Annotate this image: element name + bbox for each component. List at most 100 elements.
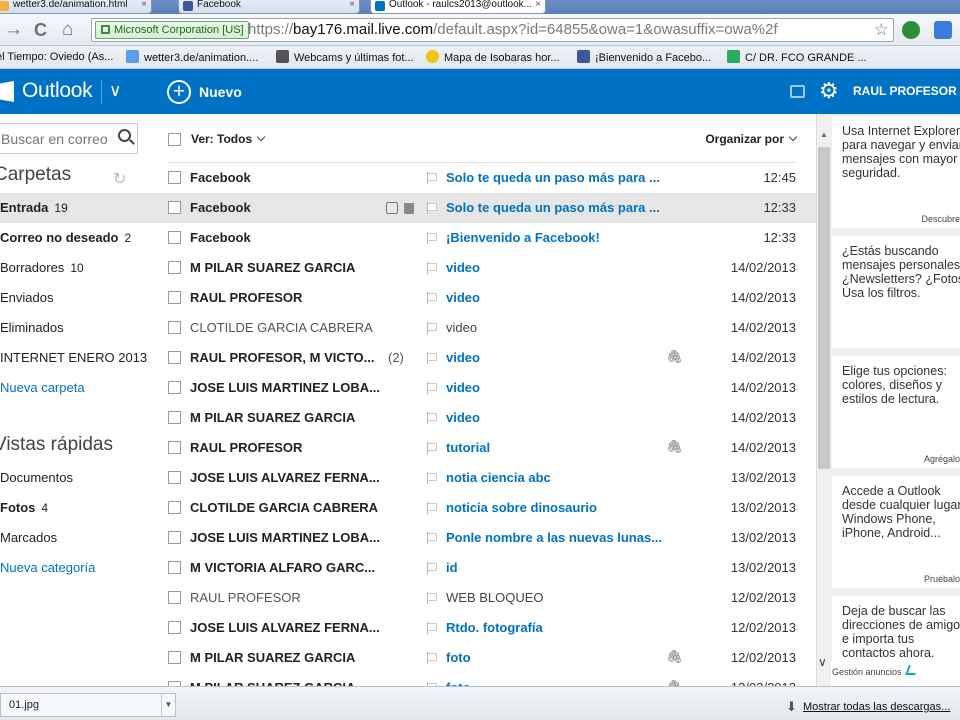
sidebar-folder-item[interactable]: Correo no deseado 2 — [0, 223, 148, 253]
message-row[interactable]: RAUL PROFESOR video 14/02/2013 — [148, 283, 816, 313]
flag-icon[interactable] — [427, 382, 438, 394]
view-filter-dropdown[interactable]: Ver: Todos — [191, 132, 266, 146]
bookmark-item[interactable]: wetter3.de/animation.... — [126, 50, 258, 65]
message-list-scrollbar[interactable]: ▲ ∨ — [816, 114, 831, 686]
download-menu-arrow-icon[interactable]: ▼ — [161, 694, 175, 716]
message-row[interactable]: Facebook Solo te queda un paso más para .… — [148, 163, 816, 193]
gear-icon[interactable]: ⚙ — [819, 79, 839, 103]
show-all-downloads-link[interactable]: Mostrar todas las descargas... — [803, 701, 950, 713]
message-checkbox[interactable] — [168, 411, 181, 424]
reload-icon[interactable]: C — [34, 19, 47, 41]
sidebar-folder-item[interactable]: Nueva carpeta — [0, 373, 148, 403]
flag-icon[interactable] — [427, 472, 438, 484]
message-checkbox[interactable] — [168, 201, 181, 214]
message-row[interactable]: M PILAR SUAREZ GARCIAfoto🖇12/02/2013 — [148, 643, 816, 673]
message-row[interactable]: RAUL PROFESOR tutorial 🖇 14/02/2013 — [148, 433, 816, 463]
message-checkbox[interactable] — [168, 471, 181, 484]
sidebar-folder-item[interactable]: INTERNET ENERO 2013 — [0, 343, 148, 373]
flag-icon[interactable] — [427, 442, 438, 454]
sidebar-folder-item[interactable]: Borradores 10 — [0, 253, 148, 283]
sidebar-folder-item[interactable]: Entrada 19 — [0, 193, 148, 223]
ad-cta-link[interactable]: Descubre — [921, 214, 960, 224]
adchoices-icon[interactable] — [904, 665, 919, 675]
bookmark-star-icon[interactable]: ☆ — [874, 20, 889, 40]
browser-tab-outlook[interactable]: Outlook - raulcs2013@outlook... × — [370, 0, 546, 14]
flag-icon[interactable] — [427, 592, 438, 604]
download-item[interactable]: 01.jpg ▼ — [0, 693, 176, 717]
sidebar-folder-item[interactable]: Enviados — [0, 283, 148, 313]
message-row[interactable]: Facebook ¡Bienvenido a Facebook! 12:33 — [148, 223, 816, 253]
flag-icon[interactable] — [427, 412, 438, 424]
message-checkbox[interactable] — [168, 561, 181, 574]
scroll-up-arrow-icon[interactable]: ▲ — [820, 130, 828, 139]
flag-icon[interactable] — [427, 352, 438, 364]
message-checkbox[interactable] — [168, 441, 181, 454]
message-row[interactable]: M PILAR SUAREZ GARCIAfoto🖇12/02/2013 — [148, 673, 816, 686]
select-all-checkbox[interactable] — [168, 133, 181, 146]
user-name[interactable]: RAUL PROFESOR — [853, 84, 957, 98]
message-row[interactable]: JOSE LUIS ALVAREZ FERNA... notia ciencia … — [148, 463, 816, 493]
message-row[interactable]: M PILAR SUAREZ GARCIA video 14/02/2013 — [148, 403, 816, 433]
message-row[interactable]: RAUL PROFESOR WEB BLOQUEO 12/02/2013 — [148, 583, 816, 613]
ad-tile[interactable]: ¿Estás buscando mensajes personales? ¿Ne… — [832, 236, 960, 348]
message-checkbox[interactable] — [168, 261, 181, 274]
search-input[interactable] — [0, 124, 111, 153]
flag-icon[interactable] — [427, 502, 438, 514]
flag-icon[interactable] — [427, 202, 438, 214]
new-message-button[interactable]: + Nuevo — [167, 80, 242, 104]
ad-tile[interactable]: Usa Internet Explorer para navegar y env… — [832, 116, 960, 228]
url-text[interactable]: https://bay176.mail.live.com/default.asp… — [248, 20, 778, 40]
message-row[interactable]: CLOTILDE GARCIA CABRERA noticia sobre din… — [148, 493, 816, 523]
quick-view-item[interactable]: Nueva categoría — [0, 553, 148, 583]
tab-close-icon[interactable]: × — [141, 0, 147, 10]
messaging-icon[interactable] — [790, 85, 805, 98]
message-checkbox[interactable] — [168, 351, 181, 364]
outlook-brand[interactable]: Outlook — [4, 79, 93, 103]
flag-icon[interactable] — [427, 532, 438, 544]
bookmark-item[interactable]: C/ DR. FCO GRANDE ... — [727, 50, 867, 65]
flag-icon[interactable] — [427, 562, 438, 574]
message-row[interactable]: M PILAR SUAREZ GARCIA video 14/02/2013 — [148, 253, 816, 283]
home-icon[interactable]: ⌂ — [62, 19, 73, 41]
scroll-down-chevron-icon[interactable]: ∨ — [818, 655, 827, 669]
message-row[interactable]: Facebook Solo te queda un paso más para .… — [148, 193, 816, 223]
delete-icon[interactable] — [404, 203, 414, 214]
flag-icon[interactable] — [427, 292, 438, 304]
message-checkbox[interactable] — [168, 321, 181, 334]
flag-icon[interactable] — [427, 322, 438, 334]
flag-icon[interactable] — [427, 262, 438, 274]
message-checkbox[interactable] — [168, 291, 181, 304]
extension-lock-icon[interactable] — [902, 21, 920, 39]
arrange-by-dropdown[interactable]: Organizar por — [705, 132, 798, 146]
app-switcher-chevron-icon[interactable]: ∨ — [109, 81, 121, 101]
message-row[interactable]: CLOTILDE GARCIA CABRERA video 14/02/2013 — [148, 313, 816, 343]
message-checkbox[interactable] — [168, 171, 181, 184]
browser-tab-wetter[interactable]: wetter3.de/animation.html × — [0, 0, 152, 14]
bookmark-item[interactable]: Mapa de Isobaras hor... — [426, 50, 560, 65]
message-checkbox[interactable] — [168, 501, 181, 514]
sidebar-folder-item[interactable]: Eliminados — [0, 313, 148, 343]
manage-ads-link[interactable]: Gestión anuncios — [832, 667, 902, 677]
flag-icon[interactable] — [427, 172, 438, 184]
folders-heading[interactable]: Carpetas — [0, 164, 71, 186]
flag-icon[interactable] — [427, 622, 438, 634]
message-row[interactable]: JOSE LUIS MARTINEZ LOBA... Ponle nombre a… — [148, 523, 816, 553]
tab-close-icon[interactable]: × — [535, 0, 541, 10]
flag-icon[interactable] — [427, 652, 438, 664]
quick-view-item[interactable]: Fotos 4 — [0, 493, 148, 523]
message-checkbox[interactable] — [168, 621, 181, 634]
move-to-icon[interactable] — [386, 202, 398, 214]
bookmark-item[interactable]: ¡Bienvenido a Facebo... — [577, 50, 711, 65]
ev-certificate-badge[interactable]: Microsoft Corporation [US] — [95, 21, 249, 39]
quick-view-item[interactable]: Documentos — [0, 463, 148, 493]
message-checkbox[interactable] — [168, 381, 181, 394]
message-row[interactable]: M VICTORIA ALFARO GARC... id 13/02/2013 — [148, 553, 816, 583]
translate-extension-icon[interactable] — [934, 21, 952, 39]
flag-icon[interactable] — [427, 232, 438, 244]
tab-close-icon[interactable]: × — [349, 0, 355, 10]
forward-icon[interactable]: → — [4, 19, 23, 41]
search-box[interactable] — [0, 123, 138, 154]
message-row[interactable]: JOSE LUIS MARTINEZ LOBA... video 14/02/201… — [148, 373, 816, 403]
quick-view-item[interactable]: Marcados — [0, 523, 148, 553]
message-row[interactable]: RAUL PROFESOR, M VICTO... (2) video 🖇 14/02/… — [148, 343, 816, 373]
